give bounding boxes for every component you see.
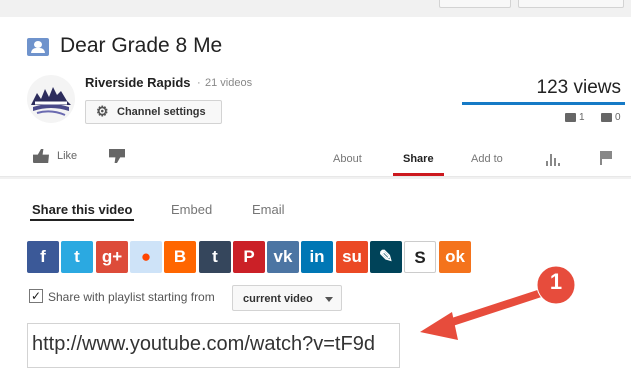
reddit-share-button[interactable]: ● [130, 241, 162, 273]
subtab-share-this-video[interactable]: Share this video [32, 202, 132, 217]
myspace-share-button[interactable]: S [404, 241, 436, 273]
view-count: 123 views [536, 77, 622, 98]
livejournal-share-button[interactable]: ✎ [370, 241, 402, 273]
tumblr-share-button[interactable]: t [199, 241, 231, 273]
odnoklassniki-icon: ok [445, 247, 465, 266]
twitter-share-button[interactable]: t [61, 241, 93, 273]
vk-share-button[interactable]: vk [267, 241, 299, 273]
linkedin-share-button[interactable]: in [301, 241, 333, 273]
twitter-icon: t [74, 247, 80, 266]
dislike-count: 0 [601, 112, 621, 123]
blogger-icon: B [173, 247, 187, 266]
playlist-start-value: current video [243, 293, 313, 305]
vk-icon: vk [273, 247, 293, 266]
avatar-logo-icon [31, 87, 71, 116]
tab-add-to[interactable]: Add to [471, 153, 503, 165]
linkedin-icon: in [309, 247, 325, 266]
share-url-field[interactable]: http://www.youtube.com/watch?v=tF9d [27, 323, 400, 368]
subtab-indicator [30, 219, 134, 221]
dislike-count-value: 0 [615, 112, 621, 123]
sentiment-bar [462, 102, 625, 105]
like-button[interactable]: Like [33, 149, 77, 163]
tumblr-icon: t [212, 247, 218, 266]
tab-share[interactable]: Share [403, 153, 434, 165]
video-title: Dear Grade 8 Me [60, 34, 223, 57]
video-count: 21 videos [205, 77, 253, 89]
odnoklassniki-share-button[interactable]: ok [439, 241, 471, 273]
subtab-embed[interactable]: Embed [171, 202, 212, 217]
facebook-share-button[interactable]: f [27, 241, 59, 273]
thumb-up-icon [33, 149, 49, 163]
subtab-email[interactable]: Email [252, 202, 285, 217]
step-number: 1 [549, 269, 563, 294]
statistics-icon[interactable] [545, 154, 560, 166]
share-url-text: http://www.youtube.com/watch?v=tF9d [32, 333, 375, 355]
livejournal-icon: ✎ [378, 247, 394, 266]
pinterest-share-button[interactable]: P [233, 241, 265, 273]
like-count: 1 [565, 112, 585, 123]
channel-settings-label: Channel settings [117, 106, 206, 118]
myspace-icon: S [414, 248, 426, 267]
facebook-icon: f [40, 247, 46, 266]
top-button-left[interactable] [439, 0, 511, 8]
top-button-right[interactable] [518, 0, 624, 8]
private-video-icon [27, 38, 49, 56]
chevron-down-icon [325, 297, 333, 302]
thumb-down-icon [601, 112, 612, 122]
blogger-share-button[interactable]: B [164, 241, 196, 273]
tab-about[interactable]: About [333, 153, 362, 165]
gear-icon: ⚙ [96, 103, 109, 119]
share-playlist-label: Share with playlist starting from [48, 290, 215, 304]
thumb-down-icon [109, 149, 125, 163]
channel-separator: · [197, 77, 201, 89]
channel-avatar[interactable] [27, 75, 75, 123]
pinterest-icon: P [243, 247, 255, 266]
google-plus-share-button[interactable]: g+ [96, 241, 128, 273]
like-count-value: 1 [579, 112, 585, 123]
like-label: Like [57, 149, 78, 162]
channel-settings-button[interactable]: ⚙ Channel settings [85, 100, 222, 124]
dislike-button[interactable] [109, 149, 125, 168]
share-playlist-checkbox[interactable]: ✓ [29, 289, 43, 303]
thumb-up-icon [565, 112, 576, 122]
stumbleupon-share-button[interactable]: su [336, 241, 368, 273]
channel-name[interactable]: Riverside Rapids [85, 75, 191, 90]
active-tab-indicator [393, 173, 444, 176]
stumbleupon-icon: su [342, 247, 362, 266]
google-plus-icon: g+ [101, 247, 123, 266]
reddit-icon: ● [140, 247, 152, 266]
playlist-start-select[interactable]: current video [232, 285, 342, 311]
report-flag-icon[interactable] [600, 151, 612, 165]
